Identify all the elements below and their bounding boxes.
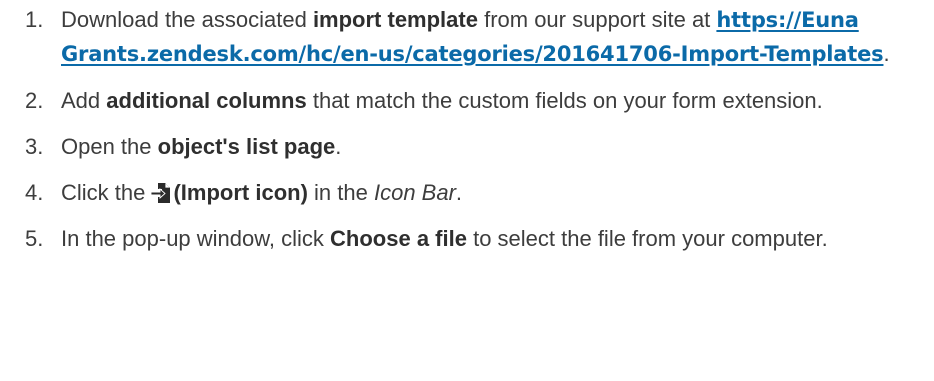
step-number: 3. <box>25 134 44 159</box>
step-text: In the pop-up window, click Choose a fil… <box>61 222 934 255</box>
import-icon <box>151 183 171 203</box>
step-text: Click the (Import icon) in the Icon Bar. <box>61 176 934 209</box>
step-1: 1. Download the associated import templa… <box>0 3 934 71</box>
emphasis-text: import template <box>312 7 478 32</box>
step-5: 5. In the pop-up window, click Choose a … <box>0 222 934 255</box>
step-text-segment: in the <box>307 180 374 205</box>
step-number: 4. <box>25 180 44 205</box>
step-text-segment: In the pop-up window, click <box>61 226 331 251</box>
step-text: Add additional columns that match the cu… <box>61 84 934 117</box>
step-number: 5. <box>25 226 44 251</box>
step-text-segment: . <box>335 134 342 159</box>
step-number: 1. <box>25 7 44 32</box>
step-text-segment: that match the custom fields on your for… <box>306 88 823 113</box>
step-text-segment: Download the associated <box>61 7 313 32</box>
step-3: 3. Open the object's list page. <box>0 130 934 163</box>
step-text-segment: from our support site at <box>477 7 717 32</box>
step-text-segment: . <box>883 41 890 66</box>
step-4: 4. Click the (Import icon) in the Icon B… <box>0 176 934 209</box>
emphasis-text: Choose a file <box>330 226 467 251</box>
step-text-segment: . <box>455 180 463 205</box>
step-text-segment: Open the <box>61 134 158 159</box>
emphasis-text: object's list page <box>157 134 336 159</box>
step-text-segment: to select the file from your computer. <box>466 226 828 251</box>
step-text: Download the associated import template … <box>61 3 934 71</box>
step-text-segment: Add <box>61 88 107 113</box>
emphasis-text: additional columns <box>106 88 307 113</box>
emphasis-text: (Import icon) <box>173 180 308 205</box>
step-text: Open the object's list page. <box>61 130 934 163</box>
step-text-segment: Click the <box>61 180 152 205</box>
icon-bar-reference: Icon Bar <box>373 180 456 205</box>
instruction-list: 1. Download the associated import templa… <box>0 0 934 255</box>
step-number: 2. <box>25 88 44 113</box>
step-2: 2. Add additional columns that match the… <box>0 84 934 117</box>
